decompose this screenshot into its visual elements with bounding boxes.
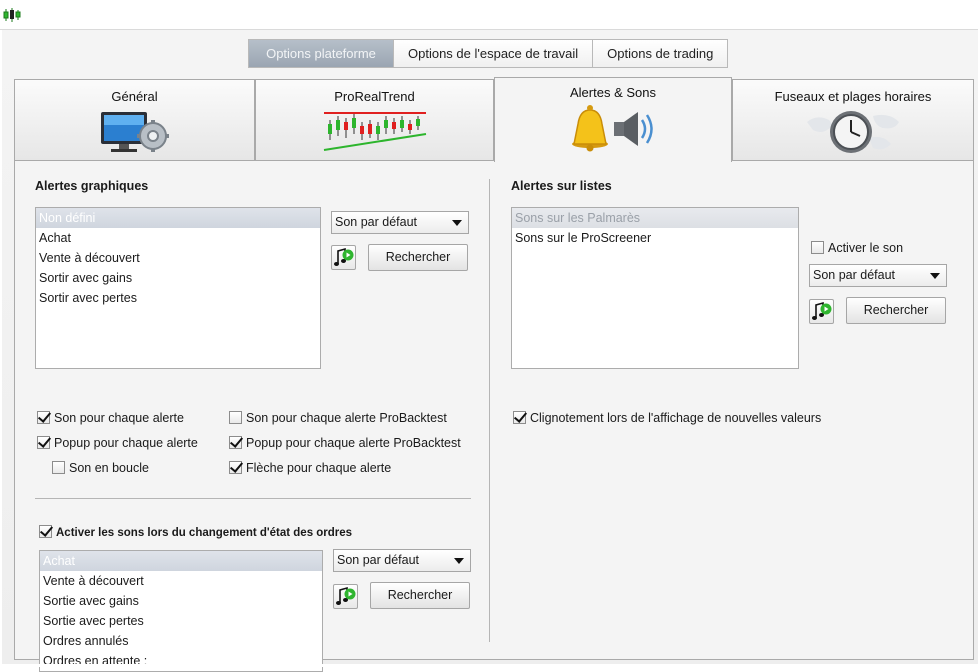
bell-speaker-icon: [572, 105, 653, 152]
popup-chaque-alerte-checkbox[interactable]: Popup pour chaque alerte: [37, 436, 198, 452]
activer-sons-ordres-checkbox[interactable]: Activer les sons lors du changement d'ét…: [39, 525, 352, 541]
title-bar: [0, 0, 978, 30]
music-play-icon: [812, 301, 832, 320]
app-candlestick-icon: [3, 8, 21, 22]
music-play-icon: [334, 247, 354, 266]
son-chaque-alerte-checkbox[interactable]: Son pour chaque alerte: [37, 411, 184, 427]
tab-options-plateforme[interactable]: Options plateforme: [249, 40, 393, 67]
list-item[interactable]: Ordres en attente :: [40, 651, 322, 671]
checkbox-label: Activer le son: [828, 241, 904, 255]
list-item[interactable]: Sortir avec pertes: [36, 288, 320, 308]
list-item[interactable]: Vente à découvert: [36, 248, 320, 268]
son-select-value: Son par défaut: [335, 215, 418, 229]
list-item[interactable]: Sortie avec pertes: [40, 611, 322, 631]
fleche-chaque-alerte-checkbox[interactable]: Flèche pour chaque alerte: [229, 461, 391, 477]
checkbox-label: Activer les sons lors du changement d'ét…: [56, 527, 353, 539]
checkbox-box[interactable]: [39, 525, 52, 538]
list-item[interactable]: Ordres annulés: [40, 631, 322, 651]
checkbox-label: Son pour chaque alerte: [54, 411, 184, 425]
checkbox-box[interactable]: [513, 411, 526, 424]
activer-son-checkbox[interactable]: Activer le son: [811, 241, 903, 257]
alertes-listes-title: Alertes sur listes: [511, 179, 612, 193]
checkbox-box[interactable]: [37, 436, 50, 449]
son-select-listes[interactable]: Son par défaut: [809, 264, 947, 287]
tab-fuseaux[interactable]: Fuseaux et plages horaires: [732, 79, 974, 161]
tab-alertes-sons[interactable]: Alertes & Sons: [494, 77, 732, 162]
checkbox-box[interactable]: [811, 241, 824, 254]
checkbox-label: Son pour chaque alerte ProBacktest: [246, 411, 447, 425]
son-probacktest-checkbox[interactable]: Son pour chaque alerte ProBacktest: [229, 411, 447, 427]
checkbox-label: Popup pour chaque alerte: [54, 436, 198, 450]
tab-options-espace-travail[interactable]: Options de l'espace de travail: [393, 40, 593, 67]
vertical-divider: [489, 179, 490, 642]
play-sound-button[interactable]: [331, 245, 356, 270]
play-sound-button[interactable]: [333, 584, 358, 609]
list-item[interactable]: Sortir avec gains: [36, 268, 320, 288]
list-item[interactable]: Sons sur le ProScreener: [512, 228, 798, 248]
chevron-down-icon: [452, 220, 462, 226]
monitor-gear-icon: [100, 112, 169, 152]
checkbox-box[interactable]: [229, 436, 242, 449]
alertes-graphiques-list[interactable]: Non défini Achat Vente à découvert Sorti…: [35, 207, 321, 369]
checkbox-label: Popup pour chaque alerte ProBacktest: [246, 436, 461, 450]
rechercher-button-listes[interactable]: Rechercher: [846, 297, 946, 324]
tab-general[interactable]: Général: [14, 79, 255, 161]
list-item[interactable]: Sortie avec gains: [40, 591, 322, 611]
list-item[interactable]: Achat: [40, 551, 322, 571]
tab-prorealtrend[interactable]: ProRealTrend: [255, 79, 494, 161]
list-item[interactable]: Achat: [36, 228, 320, 248]
candlestick-trend-icon: [323, 112, 426, 151]
rechercher-button-graphiques[interactable]: Rechercher: [368, 244, 468, 271]
options-category-tabs: Options plateforme Options de l'espace d…: [248, 39, 729, 68]
clock-world-icon: [807, 111, 899, 153]
checkbox-box[interactable]: [52, 461, 65, 474]
list-item[interactable]: Non défini: [36, 208, 320, 228]
son-select-value: Son par défaut: [337, 553, 420, 567]
chevron-down-icon: [930, 273, 940, 279]
alertes-graphiques-title: Alertes graphiques: [35, 179, 149, 193]
checkbox-box[interactable]: [229, 461, 242, 474]
tab-alertes-sons-label: Alertes & Sons: [570, 85, 656, 100]
tab-fuseaux-label: Fuseaux et plages horaires: [774, 89, 932, 104]
checkbox-label: Son en boucle: [69, 461, 149, 475]
tab-general-label: Général: [111, 89, 158, 104]
son-select-graphiques[interactable]: Son par défaut: [331, 211, 469, 234]
checkbox-box[interactable]: [37, 411, 50, 424]
section-divider: [35, 498, 471, 499]
checkbox-label: Clignotement lors de l'affichage de nouv…: [530, 411, 822, 425]
ordres-list[interactable]: Achat Vente à découvert Sortie avec gain…: [39, 550, 323, 672]
rechercher-button-ordres[interactable]: Rechercher: [370, 582, 470, 609]
popup-probacktest-checkbox[interactable]: Popup pour chaque alerte ProBacktest: [229, 436, 461, 452]
music-play-icon: [336, 586, 356, 605]
checkbox-box[interactable]: [229, 411, 242, 424]
alertes-listes-list[interactable]: Sons sur les Palmarès Sons sur le ProScr…: [511, 207, 799, 369]
checkbox-label: Flèche pour chaque alerte: [246, 461, 392, 475]
play-sound-button[interactable]: [809, 299, 834, 324]
list-item[interactable]: Sons sur les Palmarès: [512, 208, 798, 228]
son-select-value: Son par défaut: [813, 268, 896, 282]
sub-tabs: Général ProRealTrend Alertes & Sons Fuse…: [14, 77, 974, 162]
tab-options-trading[interactable]: Options de trading: [592, 40, 728, 67]
son-en-boucle-checkbox[interactable]: Son en boucle: [52, 461, 149, 477]
options-window: Options plateforme Options de l'espace d…: [2, 30, 978, 672]
tab-prorealtrend-label: ProRealTrend: [334, 89, 415, 104]
alertes-sons-panel: Alertes graphiques Non défini Achat Vent…: [14, 160, 974, 672]
list-item[interactable]: Vente à découvert: [40, 571, 322, 591]
chevron-down-icon: [454, 558, 464, 564]
son-select-ordres[interactable]: Son par défaut: [333, 549, 471, 572]
clignotement-checkbox[interactable]: Clignotement lors de l'affichage de nouv…: [513, 411, 821, 427]
